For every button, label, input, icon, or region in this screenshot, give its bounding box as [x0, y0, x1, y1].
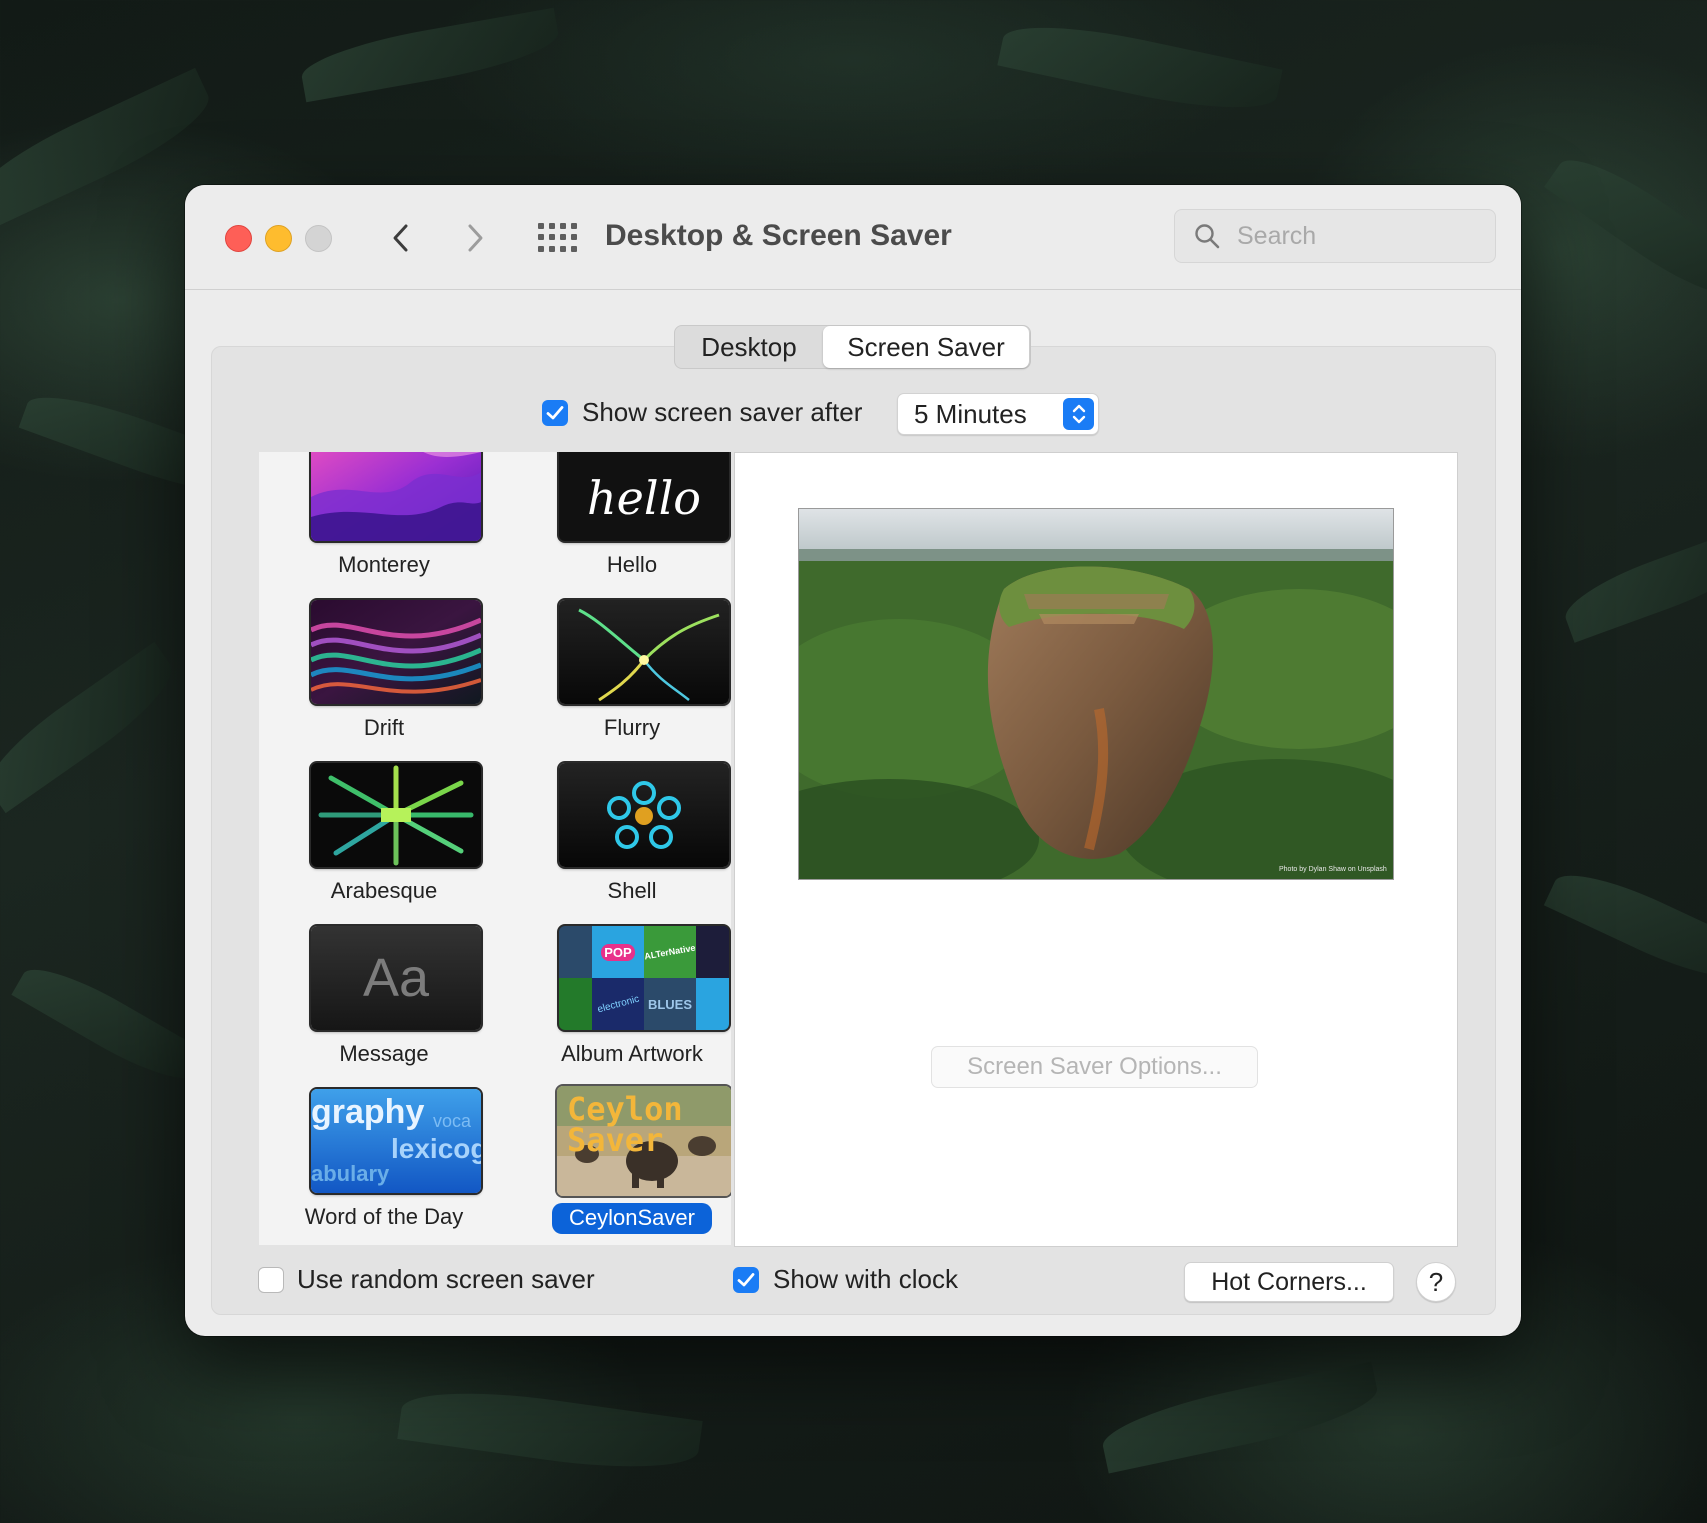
- screensaver-label-selected: CeylonSaver: [507, 1203, 731, 1234]
- screensaver-item-shell[interactable]: Shell: [507, 763, 731, 927]
- album-word: BLUES: [647, 996, 693, 1012]
- drift-thumbnail: [311, 600, 481, 704]
- title-bar: Desktop & Screen Saver: [185, 185, 1521, 290]
- show-with-clock-label: Show with clock: [773, 1264, 958, 1294]
- album-word: ALTerNative: [643, 942, 697, 962]
- show-after-value: 5 Minutes: [914, 399, 1027, 429]
- back-button[interactable]: [383, 218, 419, 258]
- message-thumbnail: Aa: [311, 926, 481, 1030]
- tab-desktop[interactable]: Desktop: [675, 326, 823, 368]
- random-screensaver-label: Use random screen saver: [297, 1264, 595, 1294]
- hot-corners-button[interactable]: Hot Corners...: [1184, 1262, 1394, 1302]
- ceylonsaver-thumbnail: Ceylon Saver: [557, 1086, 731, 1196]
- screensaver-item-ceylonsaver[interactable]: Ceylon Saver CeylonSaver: [507, 1086, 731, 1245]
- random-screensaver-checkbox[interactable]: [258, 1267, 284, 1293]
- wotd-word: graphy: [311, 1093, 425, 1131]
- preview-panel: Photo by Dylan Shaw on Unsplash Screen S…: [734, 452, 1458, 1247]
- screensaver-label: Flurry: [603, 715, 661, 740]
- wotd-word: voca: [433, 1111, 472, 1131]
- screensaver-item-flurry[interactable]: Flurry: [507, 600, 731, 764]
- photo-credit: Photo by Dylan Shaw on Unsplash: [1279, 866, 1387, 873]
- screensaver-list[interactable]: Monterey hello Hello Drift Flurry Arabes…: [259, 452, 731, 1245]
- screensaver-label: Album Artwork: [561, 1041, 703, 1066]
- checkmark-icon: [737, 1273, 755, 1287]
- screensaver-item-message[interactable]: Aa Message: [259, 926, 509, 1090]
- shell-thumbnail: [559, 763, 729, 867]
- tab-bar: Desktop Screen Saver: [674, 325, 1031, 369]
- screensaver-item-drift[interactable]: Drift: [259, 600, 509, 764]
- screensaver-label: Word of the Day: [304, 1204, 464, 1229]
- screensaver-item-monterey[interactable]: Monterey: [259, 452, 509, 601]
- stepper-arrows-icon: [1063, 398, 1094, 430]
- ceylon-thumb-text: Ceylon Saver: [567, 1090, 683, 1159]
- screensaver-item-album-artwork[interactable]: POP ALTerNative electronic BLUES Album A…: [507, 926, 731, 1090]
- checkmark-icon: [546, 406, 564, 420]
- screensaver-item-word-of-the-day[interactable]: graphy voca lexicog abulary Word of the …: [259, 1089, 509, 1245]
- sigiriya-rock-photo: Photo by Dylan Shaw on Unsplash: [798, 508, 1394, 880]
- screen-saver-options-button[interactable]: Screen Saver Options...: [931, 1046, 1258, 1088]
- close-button[interactable]: [225, 225, 252, 252]
- forward-button[interactable]: [457, 218, 493, 258]
- wotd-word: abulary: [311, 1161, 390, 1186]
- screensaver-label: Message: [339, 1041, 429, 1066]
- wotd-word: lexicog: [391, 1133, 481, 1164]
- help-button[interactable]: ?: [1416, 1262, 1456, 1302]
- zoom-button[interactable]: [305, 225, 332, 252]
- show-after-checkbox[interactable]: [542, 400, 568, 426]
- screensaver-item-hello[interactable]: hello Hello: [507, 452, 731, 601]
- window-title: Desktop & Screen Saver: [605, 219, 952, 252]
- screensaver-item-arabesque[interactable]: Arabesque: [259, 763, 509, 927]
- album-word: POP: [601, 943, 635, 961]
- tab-screen-saver[interactable]: Screen Saver: [823, 326, 1029, 368]
- screensaver-label: Arabesque: [330, 878, 438, 903]
- screensaver-label: Hello: [606, 552, 658, 577]
- hello-thumbnail: hello: [559, 452, 729, 541]
- preferences-window: Desktop & Screen Saver Desktop Screen Sa…: [185, 185, 1521, 1336]
- search-input[interactable]: [1235, 218, 1479, 254]
- show-after-select[interactable]: 5 Minutes: [897, 393, 1099, 435]
- chevron-right-icon: [468, 224, 483, 252]
- hello-thumb-text: hello: [587, 471, 701, 525]
- search-field[interactable]: [1174, 209, 1496, 263]
- word-of-the-day-thumbnail: graphy voca lexicog abulary: [311, 1089, 481, 1193]
- show-all-grid-icon[interactable]: [538, 223, 577, 253]
- screensaver-label: Monterey: [338, 552, 430, 577]
- screensaver-label: Shell: [607, 878, 657, 903]
- album-artwork-thumbnail: POP ALTerNative electronic BLUES: [559, 926, 729, 1030]
- message-thumb-text: Aa: [362, 948, 430, 1008]
- chevron-left-icon: [393, 224, 408, 252]
- minimize-button[interactable]: [265, 225, 292, 252]
- search-icon: [1195, 224, 1220, 249]
- flurry-thumbnail: [559, 600, 729, 704]
- monterey-thumbnail: [311, 452, 481, 541]
- show-after-label: Show screen saver after: [582, 397, 863, 427]
- album-word: electronic: [595, 993, 641, 1015]
- show-with-clock-checkbox[interactable]: [733, 1267, 759, 1293]
- arabesque-thumbnail: [311, 763, 481, 867]
- screensaver-label: Drift: [363, 715, 405, 740]
